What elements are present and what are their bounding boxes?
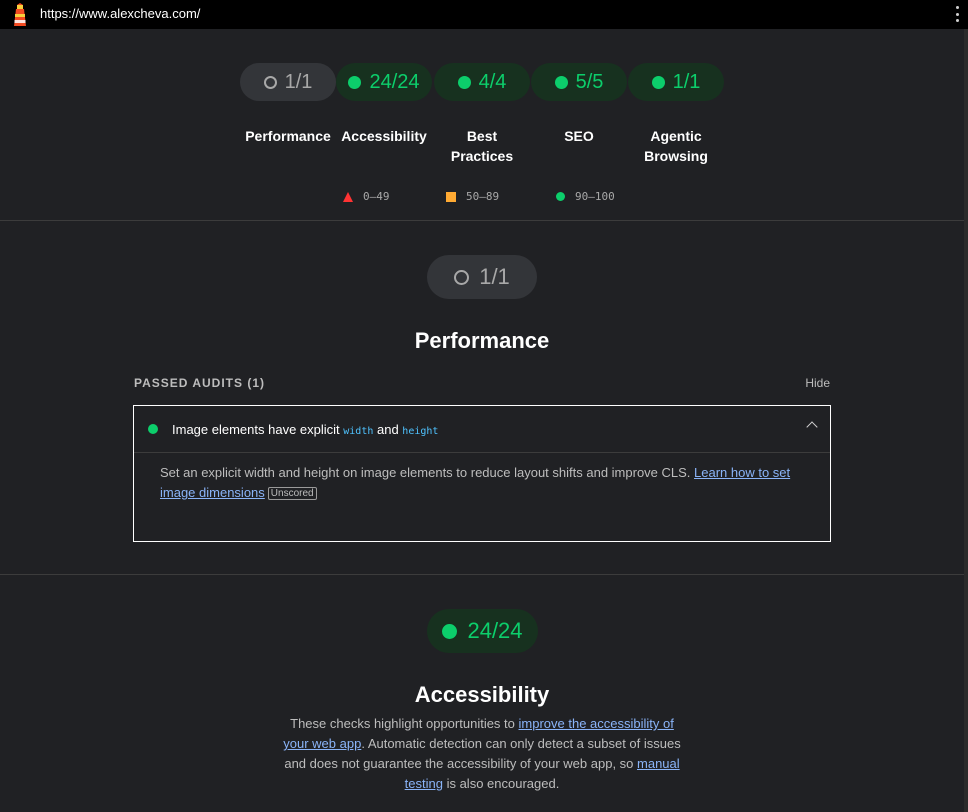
pass-icon [348, 75, 362, 89]
gauge-best-practices[interactable]: 4/4 Best Practices [434, 63, 530, 166]
performance-score-pill: 1/1 [427, 255, 537, 299]
not-applicable-icon [454, 269, 470, 285]
pass-icon [148, 424, 158, 434]
legend-average: 50–89 [446, 190, 499, 203]
accessibility-description: These checks highlight opportunities to … [283, 716, 681, 791]
gauge-seo-label: SEO [564, 128, 594, 144]
browser-top-bar: https://www.alexcheva.com/ [0, 0, 968, 29]
gauge-agentic-browsing[interactable]: 1/1 Agentic Browsing [628, 63, 724, 166]
gauge-best-practices-label: Best Practices [450, 128, 514, 164]
gauge-accessibility-score: 24/24 [336, 63, 432, 101]
accessibility-score-pill: 24/24 [427, 609, 538, 653]
not-applicable-icon [263, 75, 277, 89]
legend-fail: 0–49 [343, 190, 390, 203]
more-menu-icon[interactable] [956, 6, 960, 22]
lighthouse-logo-icon [14, 3, 26, 26]
page-url: https://www.alexcheva.com/ [40, 6, 201, 21]
audit-description: Set an explicit width and height on imag… [160, 465, 791, 500]
pass-icon [457, 75, 471, 89]
scrollbar[interactable] [964, 29, 968, 812]
gauge-agentic-browsing-score: 1/1 [628, 63, 724, 101]
section-divider [0, 574, 964, 575]
pass-icon [442, 623, 458, 639]
gauge-seo-score: 5/5 [531, 63, 627, 101]
legend-pass: 90–100 [556, 190, 615, 203]
audit-header[interactable]: Image elements have explicit width and h… [134, 406, 830, 453]
pass-icon [651, 75, 665, 89]
average-square-icon [446, 191, 456, 202]
performance-title: Performance [414, 328, 550, 353]
accessibility-title: Accessibility [414, 682, 550, 707]
unscored-badge: Unscored [267, 487, 317, 500]
gauge-accessibility-label: Accessibility [341, 128, 427, 144]
gauge-best-practices-score: 4/4 [434, 63, 530, 101]
audit-image-size: Image elements have explicit width and h… [133, 405, 831, 542]
gauge-accessibility[interactable]: 24/24 Accessibility [336, 63, 432, 146]
pass-circle-icon [556, 192, 565, 201]
hide-button[interactable]: Hide [805, 376, 830, 390]
pass-icon [554, 75, 568, 89]
audit-title: Image elements have explicit width and h… [172, 421, 439, 437]
fail-triangle-icon [343, 191, 353, 202]
chevron-up-icon[interactable] [806, 421, 818, 433]
category-gauges: 1/1 Performance 24/24 Accessibility 4/4 … [239, 63, 729, 173]
gauge-agentic-browsing-label: Agentic Browsing [644, 128, 708, 164]
gauge-performance-label: Performance [245, 128, 331, 144]
section-divider [0, 220, 964, 221]
score-legend: 0–49 50–89 90–100 [0, 190, 968, 206]
gauge-performance-score: 1/1 [240, 63, 336, 101]
passed-audits-header[interactable]: PASSED AUDITS (1) [134, 376, 265, 390]
gauge-seo[interactable]: 5/5 SEO [531, 63, 627, 146]
gauge-performance[interactable]: 1/1 Performance [240, 63, 336, 146]
